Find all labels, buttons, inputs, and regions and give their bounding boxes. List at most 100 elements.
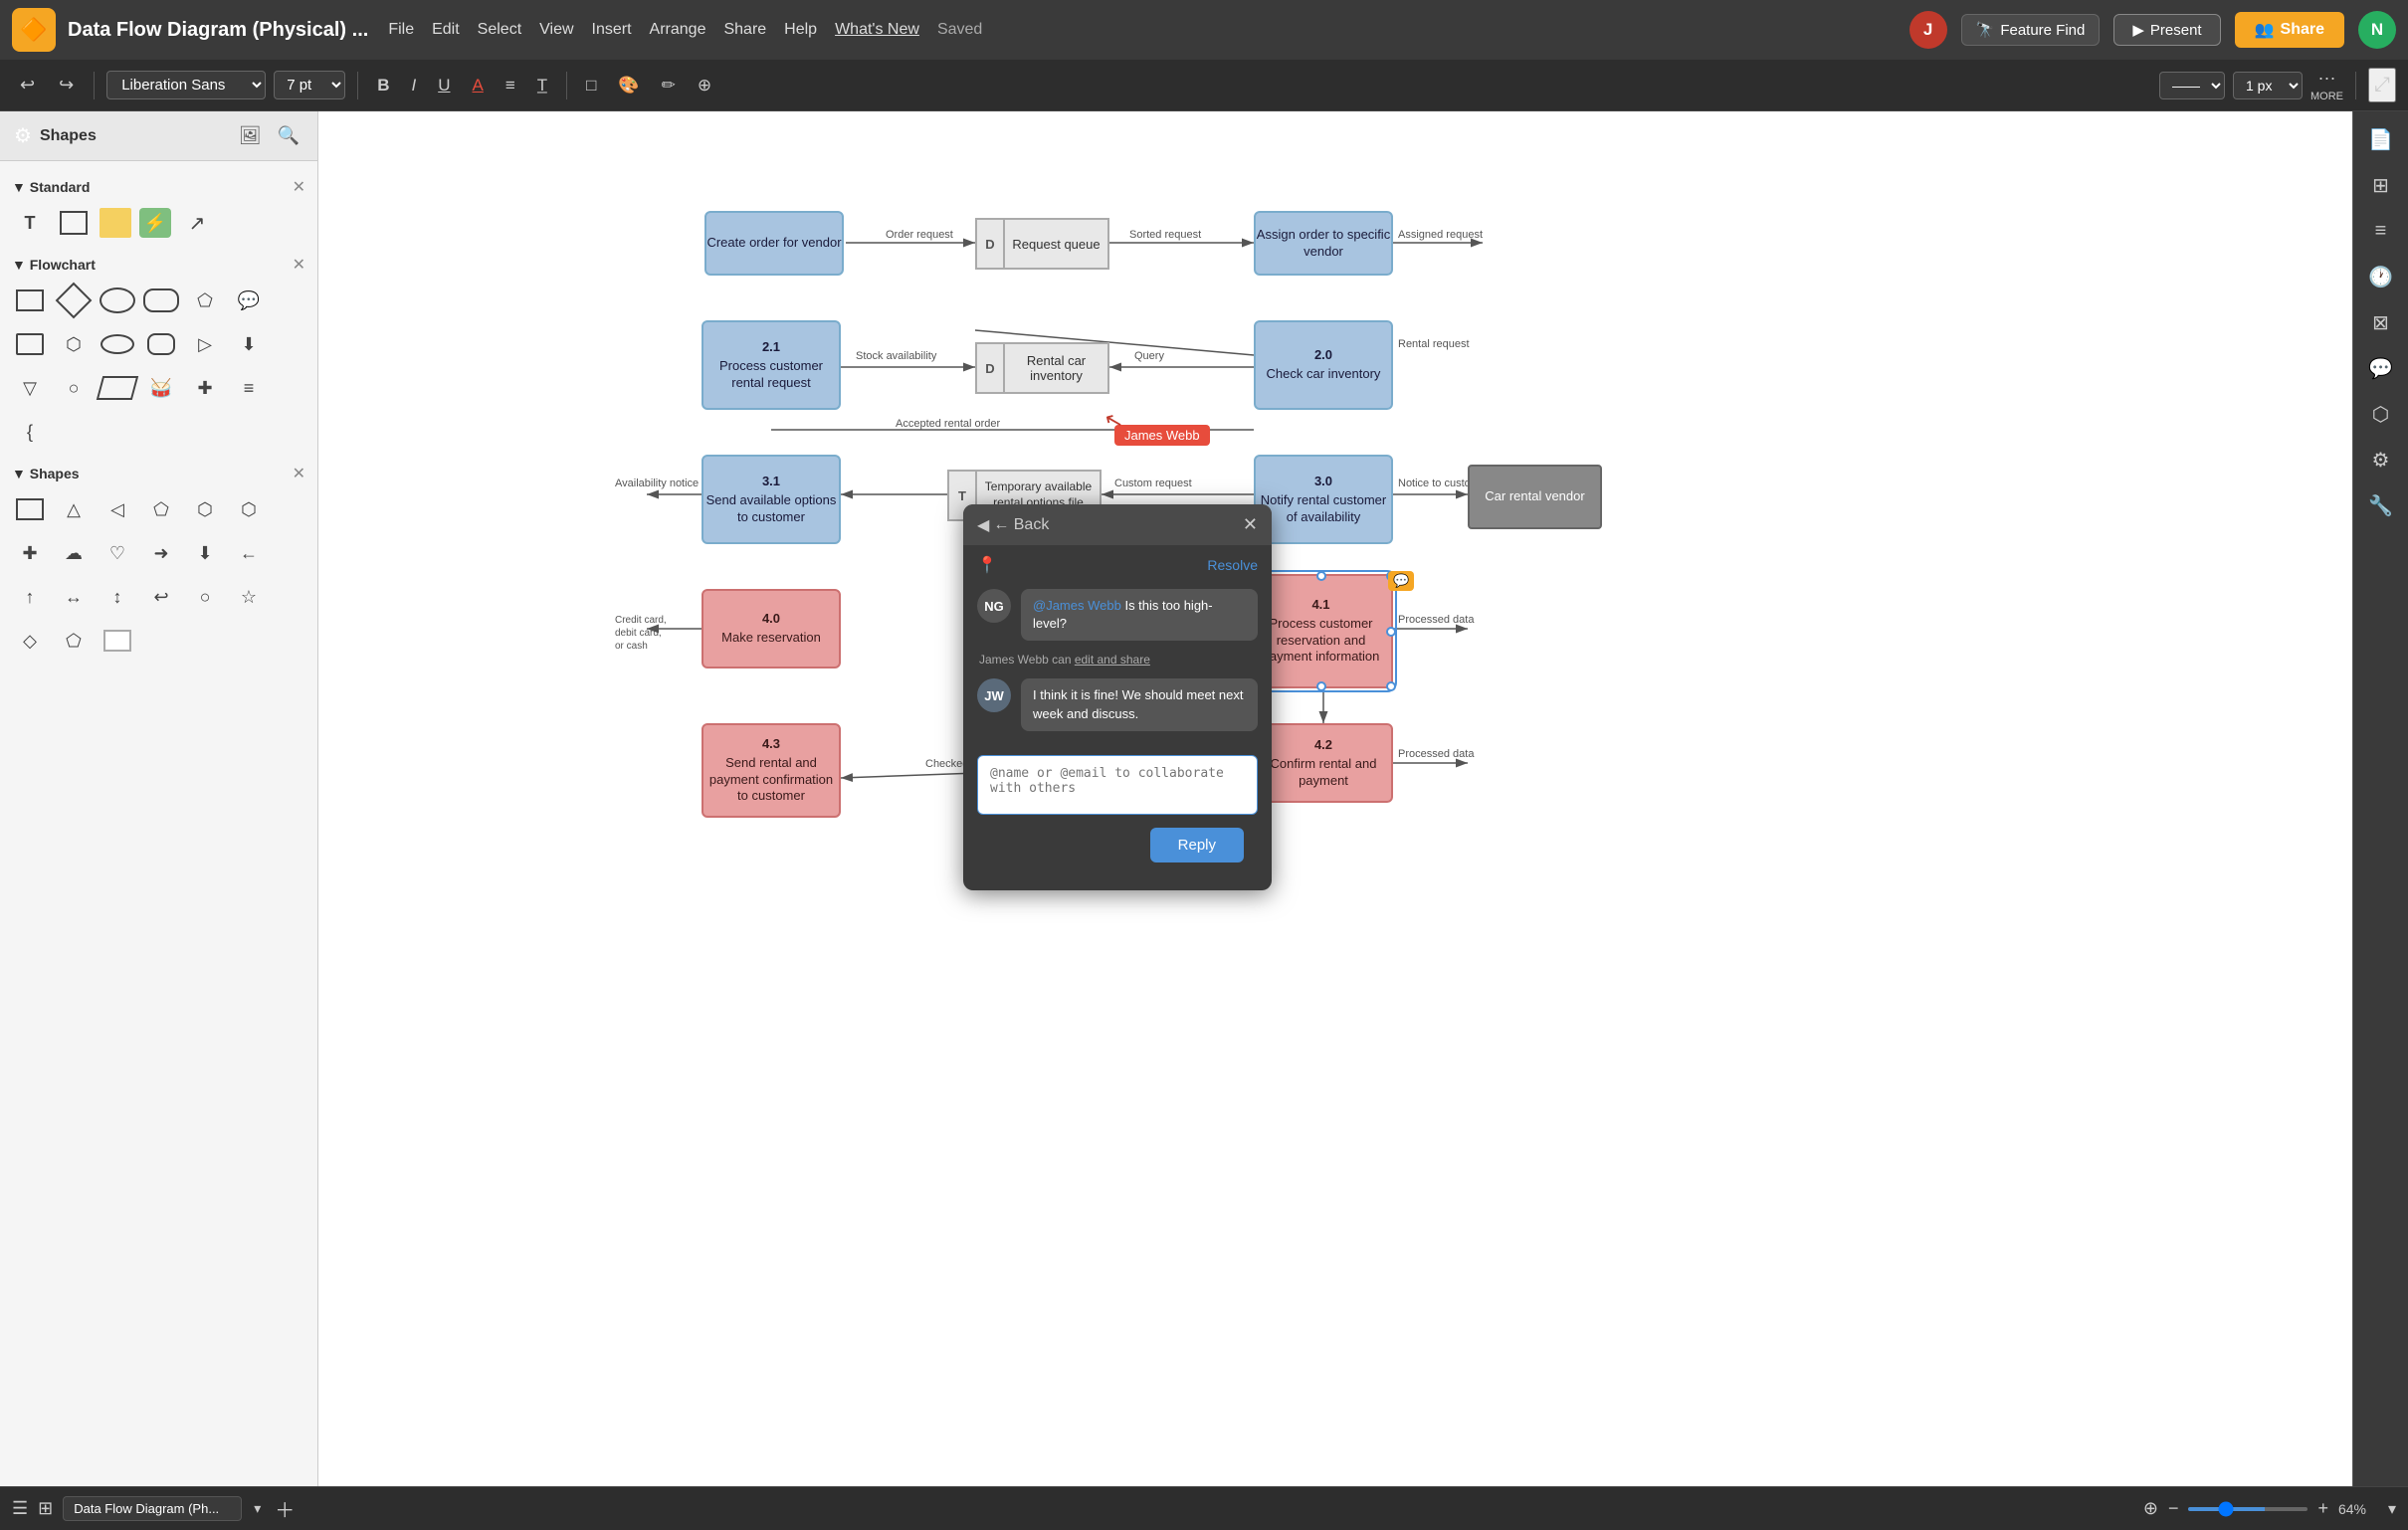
menu-file[interactable]: File: [388, 21, 414, 39]
fc-down-arrow[interactable]: ⬇: [231, 326, 267, 362]
fc-oval2[interactable]: [100, 326, 135, 362]
sh-diamond2[interactable]: ◇: [12, 623, 48, 659]
sh-triangle[interactable]: △: [56, 491, 92, 527]
menu-select[interactable]: Select: [478, 21, 521, 39]
sh-cloud[interactable]: ☁: [56, 535, 92, 571]
resolve-button[interactable]: Resolve: [1207, 557, 1258, 573]
list-view-button[interactable]: ☰: [12, 1498, 28, 1519]
sh-pentagon2[interactable]: ⬠: [56, 623, 92, 659]
sh-up-arrow[interactable]: ↑: [12, 579, 48, 615]
shape-style-button[interactable]: □: [579, 71, 603, 100]
node-rental-inventory[interactable]: D Rental car inventory: [975, 342, 1109, 394]
sh-white-rect[interactable]: [100, 623, 135, 659]
fullscreen-button[interactable]: ⤢: [2368, 68, 2396, 102]
fc-list[interactable]: ≡: [231, 370, 267, 406]
node-send-confirm-43[interactable]: 4.3 Send rental and payment confirmation…: [702, 723, 841, 818]
zoom-slider[interactable]: [2188, 1507, 2308, 1511]
fc-hexagon[interactable]: ⬡: [56, 326, 92, 362]
menu-arrange[interactable]: Arrange: [650, 21, 706, 39]
reply-button[interactable]: Reply: [1150, 828, 1244, 862]
resize-n[interactable]: [1316, 571, 1326, 581]
node-make-reservation-40[interactable]: 4.0 Make reservation: [702, 589, 841, 669]
node-create-order[interactable]: Create order for vendor: [704, 211, 844, 276]
text-shape[interactable]: T: [12, 205, 48, 241]
align-button[interactable]: ≡: [499, 71, 522, 100]
present-button[interactable]: ▶ Present: [2113, 14, 2220, 46]
sh-cross[interactable]: ✚: [12, 535, 48, 571]
fc-diamond[interactable]: [56, 283, 92, 318]
add-tab-button[interactable]: ＋: [275, 1494, 295, 1523]
zoom-dropdown[interactable]: ▾: [2388, 1499, 2396, 1519]
share-button[interactable]: 👥 Share: [2235, 12, 2344, 48]
right-panel-chat-btn[interactable]: 💬: [2361, 348, 2401, 388]
resize-e[interactable]: [1386, 627, 1396, 637]
menu-insert[interactable]: Insert: [592, 21, 632, 39]
sh-down-arrow[interactable]: ⬇: [187, 535, 223, 571]
fc-rect2[interactable]: [12, 326, 48, 362]
fill-button[interactable]: 🎨: [611, 71, 646, 100]
comment-back-button[interactable]: ◀ ← Back: [977, 515, 1049, 535]
font-size-selector[interactable]: 7 pt 8 pt 10 pt 12 pt: [274, 71, 345, 99]
sh-ud-arrow[interactable]: ↕: [100, 579, 135, 615]
feature-find-button[interactable]: 🔭 Feature Find: [1961, 14, 2101, 46]
shapes-close[interactable]: ✕: [293, 464, 305, 483]
grid-view-button[interactable]: ⊞: [38, 1498, 53, 1519]
underline-button[interactable]: U: [431, 71, 457, 100]
menu-edit[interactable]: Edit: [432, 21, 460, 39]
right-panel-shapes-btn[interactable]: ⬡: [2361, 394, 2401, 434]
node-confirm-42[interactable]: 4.2 Confirm rental and payment: [1254, 723, 1393, 803]
menu-share[interactable]: Share: [723, 21, 766, 39]
node-assign-order[interactable]: Assign order to specific vendor: [1254, 211, 1393, 276]
right-panel-tools-btn[interactable]: 🔧: [2361, 485, 2401, 525]
fc-drum[interactable]: 🥁: [143, 370, 179, 406]
sh-right-arrow[interactable]: ➜: [143, 535, 179, 571]
sh-heart[interactable]: ♡: [100, 535, 135, 571]
resize-se[interactable]: [1386, 681, 1396, 691]
undo-button[interactable]: ↩: [12, 71, 43, 99]
fc-chevron[interactable]: ▷: [187, 326, 223, 362]
zoom-out-button[interactable]: −: [2168, 1498, 2179, 1519]
right-panel-settings-btn[interactable]: ⚙: [2361, 440, 2401, 479]
right-panel-table-btn[interactable]: ⊞: [2361, 165, 2401, 205]
comment-close-button[interactable]: ✕: [1243, 514, 1258, 535]
rect-shape[interactable]: [56, 205, 92, 241]
text-format-button[interactable]: T̲: [530, 71, 554, 100]
comment-badge[interactable]: 💬: [1388, 571, 1414, 591]
sh-heptagon[interactable]: ⬡: [231, 491, 267, 527]
more-button[interactable]: ··· MORE: [2310, 68, 2343, 102]
menu-whats-new[interactable]: What's New: [835, 21, 919, 39]
comment-input[interactable]: [977, 755, 1258, 815]
node-check-car-20[interactable]: 2.0 Check car inventory: [1254, 320, 1393, 410]
fc-circle[interactable]: ○: [56, 370, 92, 406]
fc-brace[interactable]: {: [12, 414, 48, 450]
sh-hexagon[interactable]: ⬡: [187, 491, 223, 527]
fc-parallelogram[interactable]: [100, 370, 135, 406]
sh-back-arrow[interactable]: ↩: [143, 579, 179, 615]
sh-rect[interactable]: [12, 491, 48, 527]
image-search-button[interactable]: 🖼: [235, 121, 266, 150]
extra-button[interactable]: ⊕: [691, 71, 718, 100]
standard-close[interactable]: ✕: [293, 177, 305, 197]
edit-share-link[interactable]: edit and share: [1075, 653, 1150, 667]
fc-rounded2[interactable]: [143, 326, 179, 362]
menu-view[interactable]: View: [539, 21, 573, 39]
fc-oval[interactable]: [100, 283, 135, 318]
sh-rtriangle[interactable]: ◁: [100, 491, 135, 527]
arrow-shape[interactable]: ↗: [179, 205, 215, 241]
fc-speech[interactable]: 💬: [231, 283, 267, 318]
right-panel-clock-btn[interactable]: 🕐: [2361, 257, 2401, 296]
sh-lr-arrow[interactable]: ↔: [56, 579, 92, 615]
flash-shape[interactable]: ⚡: [139, 208, 171, 238]
stroke-width-selector[interactable]: 1 px 2 px: [2233, 72, 2303, 99]
fc-rect[interactable]: [12, 283, 48, 318]
node-send-available-31[interactable]: 3.1 Send available options to customer: [702, 455, 841, 544]
resize-s[interactable]: [1316, 681, 1326, 691]
fc-rounded[interactable]: [143, 283, 179, 318]
right-panel-filter-btn[interactable]: ⊠: [2361, 302, 2401, 342]
stroke-style-selector[interactable]: —— - - -: [2159, 72, 2225, 99]
right-panel-page-btn[interactable]: 📄: [2361, 119, 2401, 159]
fc-triangle[interactable]: ▽: [12, 370, 48, 406]
node-request-queue[interactable]: D Request queue: [975, 218, 1109, 270]
node-car-rental-vendor[interactable]: Car rental vendor: [1468, 465, 1602, 529]
font-selector[interactable]: Liberation Sans: [106, 71, 266, 99]
